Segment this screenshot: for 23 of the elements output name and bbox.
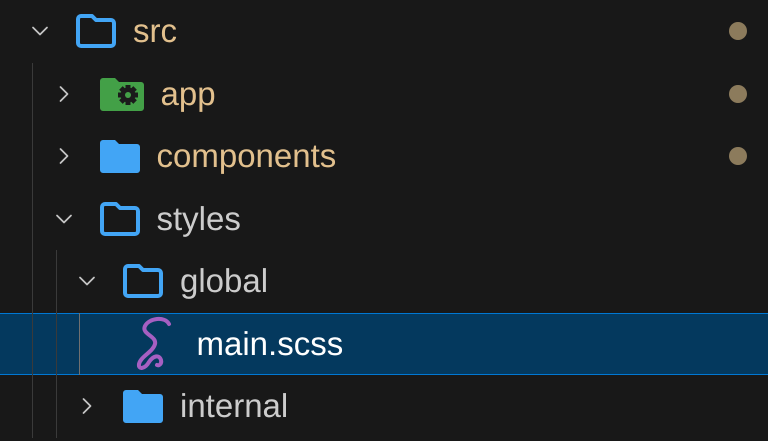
folder-name: app [160, 74, 216, 113]
folder-name: global [180, 262, 268, 300]
file-name: main.scss [196, 324, 344, 363]
open-folder-icon [122, 264, 164, 298]
folder-name: internal [180, 387, 288, 426]
folder-row[interactable]: app [0, 62, 768, 125]
modified-dot [729, 147, 747, 166]
gear-folder-icon [98, 76, 144, 111]
open-folder-icon [98, 202, 140, 236]
folder-name: styles [156, 200, 241, 238]
modified-dot [729, 84, 747, 103]
folder-row[interactable]: global [0, 250, 768, 312]
folder-row[interactable]: src [0, 0, 768, 62]
folder-icon [98, 139, 140, 174]
folder-row[interactable]: internal [0, 375, 768, 438]
folder-row[interactable]: styles [0, 188, 768, 250]
folder-name: components [156, 137, 336, 176]
file-row[interactable]: main.scss [0, 312, 768, 375]
folder-name: src [133, 12, 177, 50]
open-folder-icon [75, 14, 117, 48]
modified-dot [729, 22, 747, 40]
folder-row[interactable]: components [0, 125, 768, 188]
folder-icon [122, 389, 164, 424]
